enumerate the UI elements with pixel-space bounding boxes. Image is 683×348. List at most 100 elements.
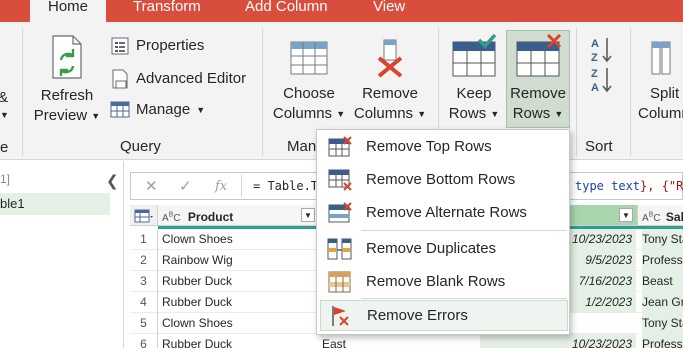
tab-add-column[interactable]: Add Column <box>245 0 328 22</box>
cell-product[interactable]: Rainbow Wig <box>162 250 312 271</box>
row-number: 5 <box>130 313 158 334</box>
tab-view[interactable]: View <box>373 0 405 22</box>
cell-product[interactable]: Rubber Duck <box>162 334 312 348</box>
remove-bottom-rows-icon <box>328 169 352 191</box>
chevron-down-icon: ▼ <box>417 109 427 120</box>
remove-rows-menu: Remove Top Rows Remove Bottom Rows Remov… <box>316 129 570 335</box>
chevron-down-icon: ▼ <box>0 110 9 120</box>
sort-ascending-button[interactable]: AZ <box>590 36 612 69</box>
remove-rows-label-1: Remove <box>510 85 566 102</box>
formula-type-keyword: type text <box>575 179 641 193</box>
menu-item-label: Remove Blank Rows <box>366 273 506 290</box>
refresh-icon <box>52 35 82 79</box>
remove-rows-icon <box>516 33 562 77</box>
svg-text:Z: Z <box>591 52 598 64</box>
remove-rows-label-2: Rows <box>512 105 551 122</box>
sort-group-label: Sort <box>585 138 613 155</box>
cell-sales[interactable]: Tony Sta <box>642 313 683 334</box>
query-group-label: Query <box>120 138 161 155</box>
properties-button[interactable]: Properties <box>110 36 204 56</box>
column-header-sales[interactable]: ABC Sale <box>638 205 683 226</box>
advanced-editor-label: Advanced Editor <box>136 70 247 87</box>
keep-rows-icon <box>452 33 497 77</box>
keep-rows-button[interactable]: Keep Rows ▼ <box>444 33 504 124</box>
cell-sales[interactable]: Beast <box>642 271 683 292</box>
sort-descending-button[interactable]: ZA <box>590 66 612 99</box>
formula-divider <box>241 175 242 197</box>
cell-sales[interactable]: Professo <box>642 250 683 271</box>
chevron-down-icon: ▼ <box>554 109 564 120</box>
cancel-formula-icon[interactable]: ✕ <box>145 177 158 195</box>
cell-date[interactable]: 10/23/2023 <box>480 334 636 348</box>
split-column-label-2: Column <box>638 105 683 122</box>
row-number: 4 <box>130 292 158 313</box>
table-row: 6 Rubber Duck East 10/23/2023 Professo <box>130 334 683 348</box>
tab-home[interactable]: Home <box>30 0 106 22</box>
svg-text:Z: Z <box>591 68 598 80</box>
row-number: 1 <box>130 229 158 250</box>
partial-button-label[interactable]: & <box>0 88 8 108</box>
manage-label: Manage <box>136 101 191 118</box>
cell-product[interactable]: Rubber Duck <box>162 292 312 313</box>
remove-rows-button[interactable]: Remove Rows ▼ <box>506 30 570 128</box>
choose-columns-label-1: Choose <box>283 85 335 102</box>
partial-group-label: e <box>0 139 9 156</box>
menu-item-label: Remove Duplicates <box>366 240 497 257</box>
text-type-icon: ABC <box>642 212 661 225</box>
sort-descending-icon: ZA <box>591 68 612 94</box>
chevron-down-icon: ▼ <box>336 109 346 120</box>
cell-sales[interactable]: Tony Sta <box>642 229 683 250</box>
remove-errors-icon <box>332 305 349 326</box>
manage-button[interactable]: Manage ▼ <box>110 100 205 120</box>
chevron-down-icon: ▼ <box>490 109 500 120</box>
menu-item-remove-alternate-rows[interactable]: Remove Alternate Rows <box>320 197 568 228</box>
split-column-button[interactable]: Split Column <box>638 38 683 124</box>
cell-sales[interactable]: Professo <box>642 334 683 348</box>
menu-item-label: Remove Alternate Rows <box>366 204 527 221</box>
keep-rows-label-1: Keep <box>456 85 492 102</box>
refresh-preview-button[interactable]: Refresh Preview ▼ <box>32 34 102 126</box>
cell-product[interactable]: Rubber Duck <box>162 271 312 292</box>
remove-duplicates-icon <box>327 238 352 259</box>
text-type-icon: ABC <box>162 212 181 225</box>
commit-formula-icon[interactable]: ✓ <box>179 177 192 195</box>
menu-item-label: Remove Errors <box>367 307 468 324</box>
queries-pane: 1] ❮ ble1 <box>0 161 124 348</box>
menu-separator <box>361 298 567 299</box>
split-column-icon <box>651 41 671 75</box>
svg-text:A: A <box>591 82 599 94</box>
properties-icon <box>111 37 129 55</box>
tab-transform[interactable]: Transform <box>133 0 201 22</box>
menu-item-remove-blank-rows[interactable]: Remove Blank Rows <box>320 266 568 297</box>
menu-item-remove-bottom-rows[interactable]: Remove Bottom Rows <box>320 164 568 195</box>
menu-item-label: Remove Top Rows <box>366 138 492 155</box>
chevron-down-icon[interactable]: ▼ <box>619 208 633 222</box>
cell-product[interactable]: Clown Shoes <box>162 313 312 334</box>
menu-item-remove-errors[interactable]: Remove Errors <box>320 300 568 331</box>
group-divider <box>262 28 263 156</box>
chevron-down-icon[interactable]: ▼ <box>301 208 315 222</box>
column-header-product[interactable]: ABC Product ▼ <box>158 205 320 226</box>
properties-label: Properties <box>136 37 205 54</box>
query-item-table1[interactable]: ble1 <box>0 193 110 215</box>
menu-item-remove-duplicates[interactable]: Remove Duplicates <box>320 233 568 264</box>
ribbon-tab-strip: Home Transform Add Column View <box>0 0 683 22</box>
chevron-left-icon[interactable]: ❮ <box>106 172 119 190</box>
function-icon[interactable]: fx <box>215 179 227 194</box>
formula-text[interactable]: = Table.Tr <box>253 179 325 193</box>
remove-columns-button[interactable]: Remove Columns ▼ <box>350 38 430 124</box>
cell-product[interactable]: Clown Shoes <box>162 229 312 250</box>
row-number: 6 <box>130 334 158 348</box>
cell-region[interactable]: East <box>322 334 482 348</box>
advanced-editor-icon <box>112 69 128 89</box>
row-number: 2 <box>130 250 158 271</box>
choose-columns-button[interactable]: Choose Columns ▼ <box>270 38 348 124</box>
advanced-editor-button[interactable]: Advanced Editor <box>110 68 246 90</box>
sort-ascending-icon: AZ <box>591 38 612 64</box>
table-menu-icon[interactable] <box>130 205 158 226</box>
menu-item-remove-top-rows[interactable]: Remove Top Rows <box>320 131 568 162</box>
cell-sales[interactable]: Jean Gre <box>642 292 683 313</box>
formula-text-tail[interactable]: type text}, {"Re <box>575 179 683 193</box>
remove-blank-rows-icon <box>328 271 351 292</box>
remove-columns-icon <box>377 39 403 78</box>
